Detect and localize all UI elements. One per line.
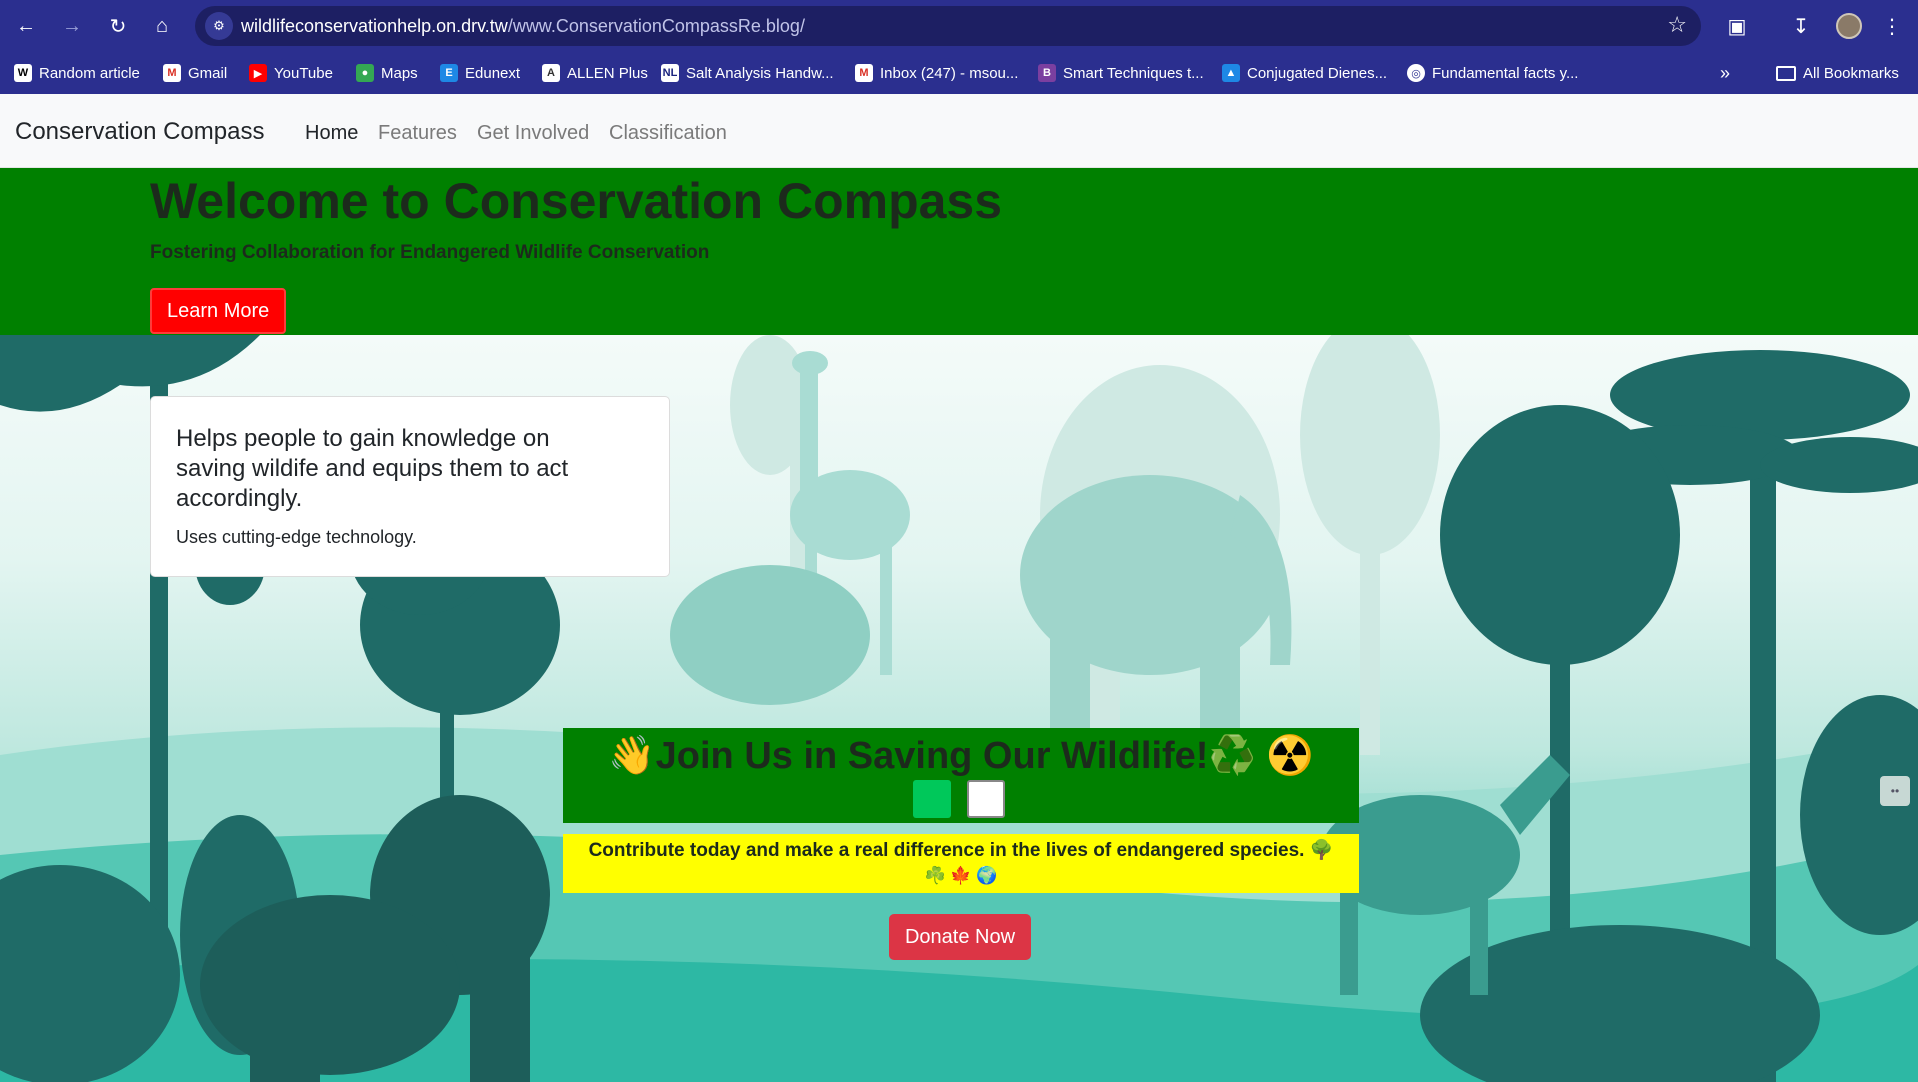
bookmark-label: Conjugated Dienes...: [1247, 64, 1388, 82]
green-checkbox-icon: [913, 780, 951, 818]
forward-icon[interactable]: →: [58, 12, 86, 40]
bookmark-icon: B: [1038, 64, 1056, 82]
url-text[interactable]: wildlifeconservationhelp.on.drv.tw/www.C…: [241, 16, 805, 37]
bookmark-salt-analysis[interactable]: NL Salt Analysis Handw...: [661, 62, 834, 84]
nav-link-classification[interactable]: Classification: [609, 122, 727, 145]
bookmark-label: Gmail: [188, 64, 228, 82]
bookmark-youtube[interactable]: ▶ YouTube: [249, 62, 333, 84]
maps-icon: ●: [356, 64, 374, 82]
wikipedia-icon: W: [14, 64, 32, 82]
all-bookmarks-label: All Bookmarks: [1803, 64, 1899, 82]
hero-title: Welcome to Conservation Compass: [150, 173, 1003, 229]
globe-icon: ◎: [1407, 64, 1425, 82]
bookmark-edunext[interactable]: E Edunext: [440, 62, 520, 84]
gmail-icon: M: [855, 64, 873, 82]
bookmark-gmail[interactable]: M Gmail: [163, 62, 227, 84]
back-icon[interactable]: ←: [12, 12, 40, 40]
nl-icon: NL: [661, 64, 679, 82]
navbar-brand[interactable]: Conservation Compass: [15, 118, 264, 146]
reload-icon[interactable]: ↻: [104, 12, 132, 40]
site-info-icon[interactable]: ⚙: [205, 12, 233, 40]
bookmarks-bar: W Random article M Gmail ▶ YouTube ● Maps EE…: [0, 52, 1918, 94]
youtube-icon: ▶: [249, 64, 267, 82]
info-card: Helps people to gain knowledge on saving…: [150, 396, 670, 577]
bookmark-smart-techniques[interactable]: B Smart Techniques t...: [1038, 62, 1204, 84]
menu-kebab-icon[interactable]: ⋮: [1878, 12, 1906, 40]
white-square-icon: [967, 780, 1005, 818]
bookmark-star-icon[interactable]: ☆: [1667, 13, 1687, 37]
extensions-icon[interactable]: ▣: [1723, 12, 1751, 40]
download-icon[interactable]: ↧: [1787, 12, 1815, 40]
gmail-icon: M: [163, 64, 181, 82]
hero-subtitle: Fostering Collaboration for Endangered W…: [150, 242, 710, 263]
bookmark-allen-plus[interactable]: A ALLEN Plus: [542, 62, 648, 84]
bookmark-fundamental-facts[interactable]: ◎ Fundamental facts y...: [1407, 62, 1578, 84]
learn-more-button[interactable]: Learn More: [150, 288, 287, 334]
bookmark-random-article[interactable]: W Random article: [14, 62, 140, 84]
bookmark-label: Smart Techniques t...: [1063, 64, 1204, 82]
all-bookmarks[interactable]: All Bookmarks: [1776, 62, 1899, 84]
more-bookmarks-chevron-icon[interactable]: »: [1720, 62, 1730, 84]
nav-link-features[interactable]: Features: [378, 122, 457, 145]
card-subtext: Uses cutting-edge technology.: [176, 527, 417, 547]
nav-link-get-involved[interactable]: Get Involved: [477, 122, 589, 145]
browser-toolbar: ← → ↻ ⌂ ⚙ wildlifeconservationhelp.on.dr…: [0, 0, 1918, 52]
hero-section: Welcome to Conservation Compass Fosterin…: [0, 168, 1918, 335]
bookmark-label: Inbox (247) - msou...: [880, 64, 1019, 82]
allen-icon: A: [542, 64, 560, 82]
bookmark-label: YouTube: [274, 64, 333, 82]
folder-icon: [1776, 65, 1796, 81]
bookmark-label: Edunext: [465, 64, 521, 82]
profile-avatar[interactable]: [1836, 13, 1862, 39]
edunext-icon: E: [440, 64, 458, 82]
bookmark-label: Maps: [381, 64, 418, 82]
bookmark-maps[interactable]: ● Maps: [356, 62, 418, 84]
floating-widget-icon[interactable]: ••: [1880, 776, 1910, 806]
bookmark-conjugated-dienes[interactable]: ▲ Conjugated Dienes...: [1222, 62, 1387, 84]
jungle-background: Helps people to gain knowledge on saving…: [0, 335, 1918, 1082]
donate-now-button[interactable]: Donate Now: [889, 914, 1031, 960]
card-text: Helps people to gain knowledge on saving…: [176, 425, 569, 512]
contribute-emoji-line: ☘️ 🍁 🌍: [924, 866, 998, 885]
url-host: wildlifeconservationhelp.on.drv.tw: [241, 16, 508, 36]
url-path: /www.ConservationCompassRe.blog/: [507, 16, 805, 36]
home-icon[interactable]: ⌂: [148, 12, 176, 40]
join-us-title: 👋Join Us in Saving Our Wildlife!♻️ ☢️: [608, 735, 1314, 777]
bookmark-label: ALLEN Plus: [567, 64, 648, 82]
contribute-text: Contribute today and make a real differe…: [588, 840, 1334, 861]
site-navbar: Conservation Compass Home Features Get I…: [0, 94, 1918, 168]
contribute-banner: Contribute today and make a real differe…: [563, 834, 1359, 893]
flask-icon: ▲: [1222, 64, 1240, 82]
join-us-banner: 👋Join Us in Saving Our Wildlife!♻️ ☢️: [563, 728, 1359, 823]
bookmark-label: Salt Analysis Handw...: [686, 64, 834, 82]
address-bar[interactable]: ⚙ wildlifeconservationhelp.on.drv.tw/www…: [195, 6, 1701, 46]
bookmark-inbox[interactable]: M Inbox (247) - msou...: [855, 62, 1018, 84]
nav-link-home[interactable]: Home: [305, 122, 358, 145]
bookmark-label: Random article: [39, 64, 140, 82]
bookmark-label: Fundamental facts y...: [1432, 64, 1579, 82]
